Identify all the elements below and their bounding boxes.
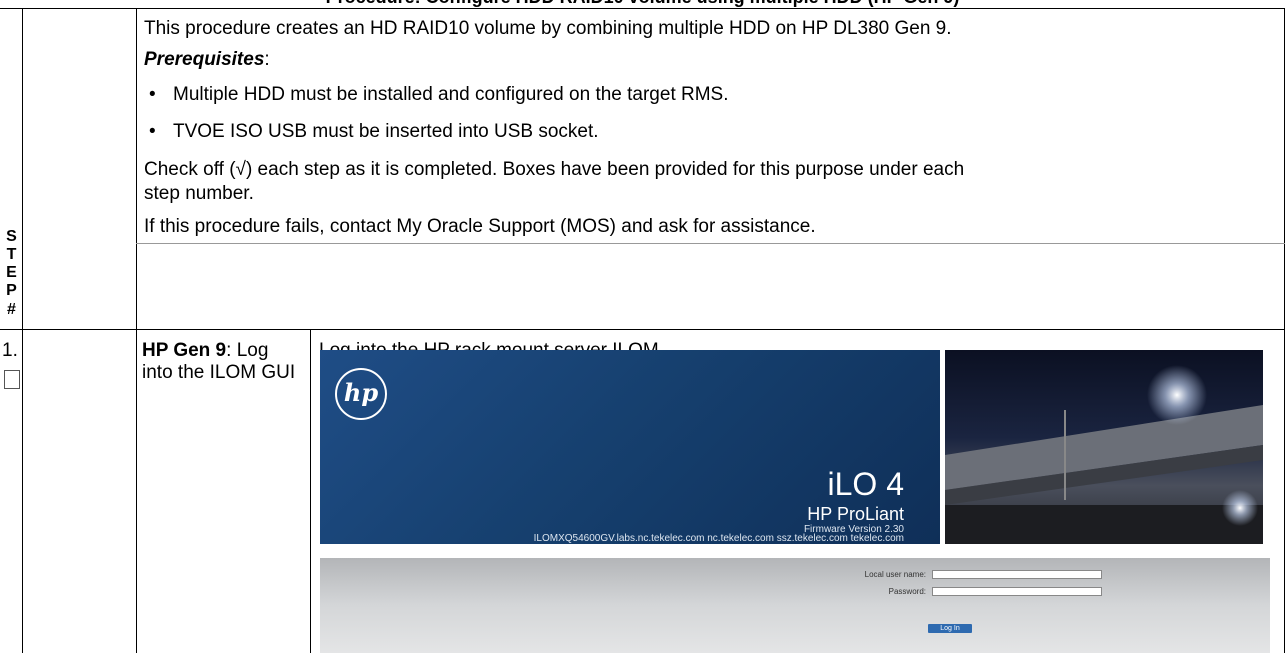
prereq-heading: Prerequisites:	[144, 49, 270, 71]
table-divider	[0, 8, 1285, 9]
prereq-bullet: Multiple HDD must be installed and confi…	[173, 84, 729, 105]
street-light-glow	[1222, 490, 1258, 526]
check-instruction: Check off (√) each step as it is complet…	[144, 159, 965, 180]
ilo-hostname: ILOMXQ54600GV.labs.nc.tekelec.com nc.tek…	[533, 533, 904, 544]
ilo-product-sub: HP ProLiant	[807, 504, 904, 524]
ilo-login-panel: Local user name: Password: Log In	[320, 558, 1270, 653]
prereq-label: Prerequisites	[144, 49, 265, 70]
step-header-letter: #	[7, 301, 16, 318]
intro-line: This procedure creates an HD RAID10 volu…	[144, 18, 952, 39]
step-header-letter: P	[6, 282, 17, 299]
hp-logo: hp	[335, 368, 387, 420]
street-light-glow	[1147, 365, 1207, 425]
password-input[interactable]	[932, 587, 1102, 596]
ilo-login-screenshot: hp iLO 4 HP ProLiant Firmware Version 2.…	[320, 350, 1270, 653]
username-label: Local user name:	[864, 570, 926, 579]
step-title-line2: into the ILOM GUI	[142, 362, 296, 383]
page-title: Procedure: Configure HDD RAID10 volume u…	[0, 0, 1285, 8]
step-title: HP Gen 9: Log	[142, 340, 268, 362]
step-number: 1.	[2, 340, 18, 361]
bullet-dot: •	[149, 84, 156, 105]
bridge-photo	[945, 350, 1263, 544]
login-button[interactable]: Log In	[928, 624, 972, 633]
step-header-letter: T	[6, 246, 17, 263]
step-header-letter: E	[6, 264, 17, 281]
bridge-photo-image	[945, 365, 1263, 544]
step-checkbox[interactable]	[4, 370, 20, 389]
prereq-bullet: TVOE ISO USB must be inserted into USB s…	[173, 121, 599, 142]
password-label: Password:	[888, 587, 926, 596]
ilo-product: iLO 4	[827, 466, 904, 502]
ilo-banner: hp iLO 4 HP ProLiant Firmware Version 2.…	[320, 350, 940, 544]
table-divider	[22, 8, 23, 653]
prereq-colon: :	[264, 49, 270, 70]
check-instruction-cont: step number.	[144, 183, 254, 204]
intro-separator	[136, 243, 1285, 244]
username-input[interactable]	[932, 570, 1102, 579]
bullet-dot: •	[149, 121, 156, 142]
table-divider	[310, 329, 311, 653]
mos-instruction: If this procedure fails, contact My Orac…	[144, 216, 816, 237]
step-title-bold: HP Gen 9	[142, 340, 227, 361]
table-divider	[136, 8, 137, 653]
page-title-clipped: Procedure: Configure HDD RAID10 volume u…	[0, 0, 1285, 8]
step-title-rest: : Log	[226, 340, 269, 361]
step-header-letter: S	[6, 228, 17, 245]
table-divider	[0, 329, 1285, 330]
